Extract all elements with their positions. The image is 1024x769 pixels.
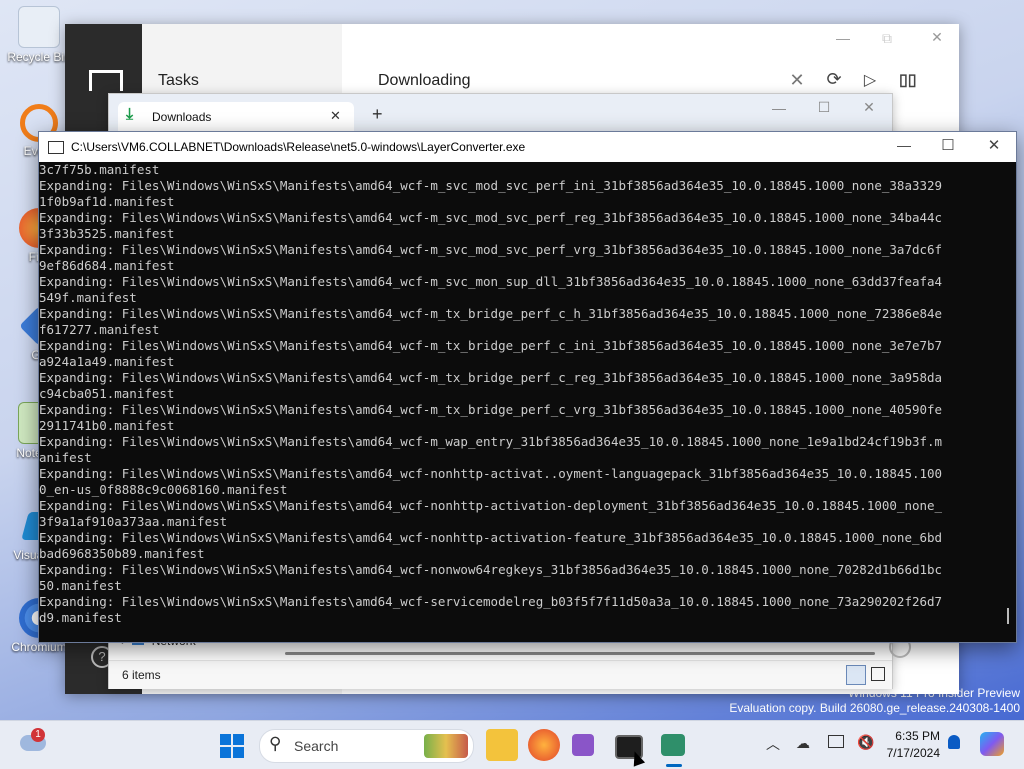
console-line: c94cba051.manifest: [39, 386, 175, 401]
notification-bell-icon[interactable]: [948, 735, 960, 749]
console-line: 3f33b3525.manifest: [39, 226, 175, 241]
app-logo-icon: [89, 70, 123, 91]
tasks-minimize-icon[interactable]: —: [833, 30, 853, 46]
cancel-task-icon[interactable]: ✕: [789, 70, 805, 91]
chevron-up-icon[interactable]: ︿: [766, 734, 780, 754]
console-line: 3c7f75b.manifest: [39, 162, 160, 177]
console-app-icon: [48, 141, 64, 154]
tasks-close-icon[interactable]: ✕: [927, 29, 947, 46]
desktop-icon-label: Recycle Bin: [7, 50, 71, 64]
item-count: 6 items: [122, 668, 161, 682]
console-line: Expanding: Files\Windows\WinSxS\Manifest…: [39, 274, 943, 289]
search-placeholder: Search: [294, 738, 339, 754]
pause-icon[interactable]: ▯▯: [899, 70, 917, 90]
console-line: 3f9a1af910a373aa.manifest: [39, 514, 228, 529]
console-scrollbar[interactable]: [1000, 162, 1016, 640]
new-tab-button[interactable]: +: [372, 104, 383, 125]
console-line: anifest: [39, 450, 92, 465]
explorer-status-bar: 6 items: [109, 660, 892, 689]
copilot-icon[interactable]: [980, 732, 1004, 756]
console-line: 1f0b9af1d.manifest: [39, 194, 175, 209]
tiles-view-icon[interactable]: [871, 667, 885, 681]
downloading-header: Downloading: [378, 72, 471, 89]
console-line: 0_en-us_0f8888c9c0068160.manifest: [39, 482, 288, 497]
console-line: bad6968350b89.manifest: [39, 546, 205, 561]
tab-downloads-label: Downloads: [152, 110, 212, 124]
console-title-text: C:\Users\VM6.COLLABNET\Downloads\Release…: [71, 140, 526, 154]
console-line: f617277.manifest: [39, 322, 160, 337]
converter-taskbar-icon[interactable]: [661, 734, 685, 756]
console-close-icon[interactable]: ✕: [984, 136, 1004, 154]
file-explorer-taskbar-icon[interactable]: [486, 729, 518, 761]
start-button[interactable]: [220, 734, 244, 758]
console-line: 50.manifest: [39, 578, 122, 593]
console-line: d9.manifest: [39, 610, 122, 625]
console-line: Expanding: Files\Windows\WinSxS\Manifest…: [39, 530, 943, 545]
notification-badge: 1: [31, 728, 45, 742]
console-line: Expanding: Files\Windows\WinSxS\Manifest…: [39, 178, 943, 193]
network-disconnected-icon[interactable]: ☁: [796, 735, 810, 752]
download-arrow-icon: ⤓: [126, 106, 134, 123]
explorer-close-icon[interactable]: ✕: [859, 99, 879, 116]
firefox-taskbar-icon[interactable]: [528, 729, 560, 761]
console-line: Expanding: Files\Windows\WinSxS\Manifest…: [39, 210, 943, 225]
display-icon[interactable]: [828, 735, 844, 748]
taskbar-search-box[interactable]: ⚲ Search: [259, 729, 474, 763]
recycle-bin-icon: [18, 6, 60, 48]
resume-icon[interactable]: ▷: [862, 70, 878, 90]
clock-time[interactable]: 6:35 PM: [884, 729, 940, 743]
console-line: Expanding: Files\Windows\WinSxS\Manifest…: [39, 402, 943, 417]
sound-icon[interactable]: 🔇: [857, 734, 874, 751]
console-line: Expanding: Files\Windows\WinSxS\Manifest…: [39, 594, 943, 609]
console-line: Expanding: Files\Windows\WinSxS\Manifest…: [39, 498, 943, 513]
console-line: Expanding: Files\Windows\WinSxS\Manifest…: [39, 562, 943, 577]
tasks-nav-title: Tasks: [158, 72, 199, 89]
active-app-indicator: [666, 764, 682, 767]
console-minimize-icon[interactable]: —: [894, 137, 914, 153]
windows-logo-icon: [220, 734, 244, 758]
console-line: 2911741b0.manifest: [39, 418, 175, 433]
tasks-maximize-icon[interactable]: ⧉: [877, 30, 897, 47]
app-taskbar-icon[interactable]: [572, 734, 594, 756]
console-line: Expanding: Files\Windows\WinSxS\Manifest…: [39, 338, 943, 353]
console-maximize-icon[interactable]: ☐: [938, 136, 958, 154]
console-line: 549f.manifest: [39, 290, 137, 305]
console-line: Expanding: Files\Windows\WinSxS\Manifest…: [39, 370, 943, 385]
watermark-build: Evaluation copy. Build 26080.ge_release.…: [729, 701, 1020, 715]
close-tab-icon[interactable]: ✕: [330, 108, 341, 124]
console-line: Expanding: Files\Windows\WinSxS\Manifest…: [39, 306, 943, 321]
console-line: Expanding: Files\Windows\WinSxS\Manifest…: [39, 466, 943, 481]
retry-icon[interactable]: ⟳: [825, 69, 843, 90]
clock-date[interactable]: 7/17/2024: [876, 746, 940, 760]
console-window: C:\Users\VM6.COLLABNET\Downloads\Release…: [38, 131, 1017, 643]
explorer-maximize-icon[interactable]: ☐: [814, 99, 834, 116]
console-line: Expanding: Files\Windows\WinSxS\Manifest…: [39, 434, 943, 449]
search-highlight-icon: [424, 734, 468, 758]
horizontal-scrollbar[interactable]: [285, 652, 875, 655]
console-title-bar[interactable]: C:\Users\VM6.COLLABNET\Downloads\Release…: [39, 132, 1016, 162]
console-scroll-thumb[interactable]: [1007, 608, 1009, 624]
console-line: 9ef86d684.manifest: [39, 258, 175, 273]
taskbar: 1 ⚲ Search ︿ ☁ 🔇 6:35 PM 7/17/2024: [0, 720, 1024, 769]
console-line: a924a1a49.manifest: [39, 354, 175, 369]
explorer-minimize-icon[interactable]: —: [769, 100, 789, 116]
console-line: Expanding: Files\Windows\WinSxS\Manifest…: [39, 242, 943, 257]
explorer-tab-bar: ⤓ Downloads ✕ + — ☐ ✕: [109, 94, 892, 132]
details-view-icon[interactable]: [846, 665, 866, 685]
tab-downloads[interactable]: ⤓ Downloads ✕: [118, 102, 354, 132]
search-icon: ⚲: [269, 734, 282, 753]
console-output[interactable]: 3c7f75b.manifest Expanding: Files\Windows…: [39, 162, 1000, 640]
